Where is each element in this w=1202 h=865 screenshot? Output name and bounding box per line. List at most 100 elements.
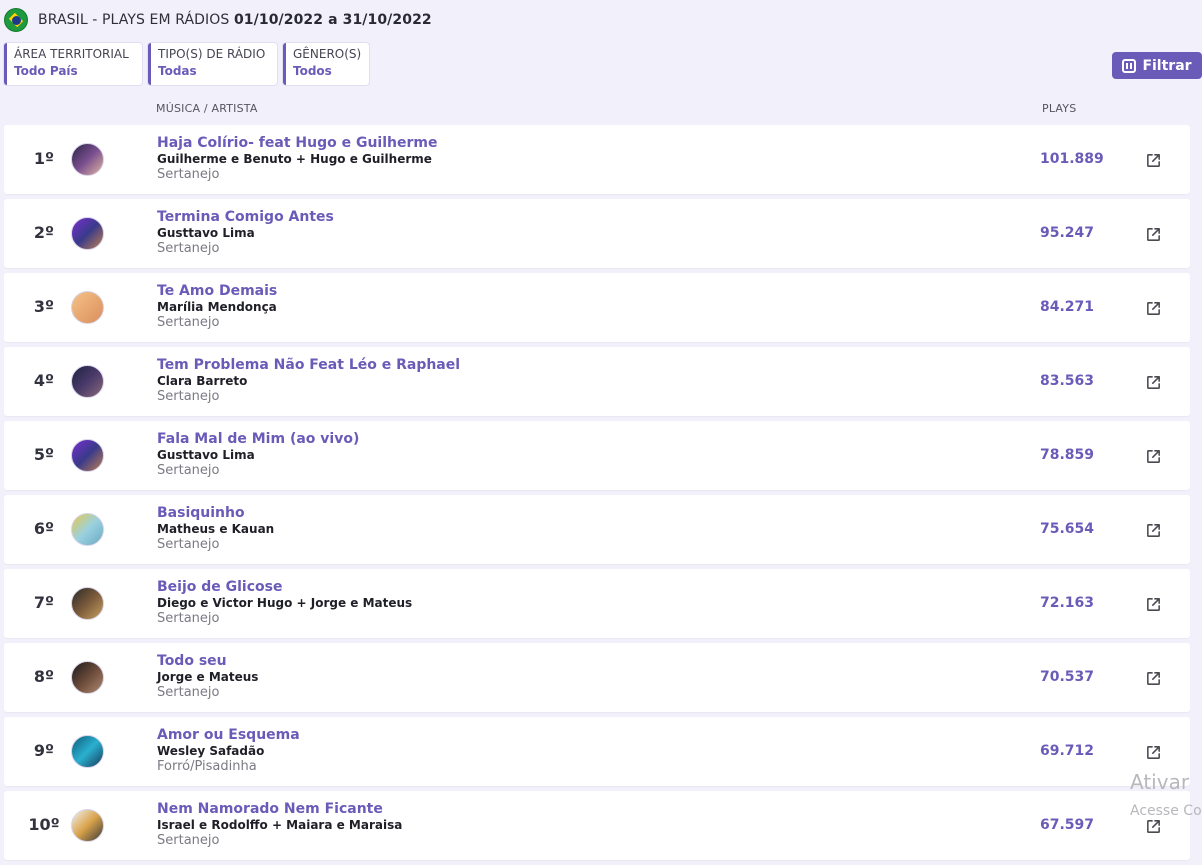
artist-avatar: [71, 291, 104, 324]
date-range: 01/10/2022 a 31/10/2022: [233, 12, 432, 28]
filter-area[interactable]: ÁREA TERRITORIAL Todo País: [4, 43, 142, 85]
ranking-row[interactable]: 7º Beijo de Glicose Diego e Victor Hugo …: [4, 569, 1190, 638]
rank-position: 2º: [33, 223, 55, 242]
ranking-row[interactable]: 4º Tem Problema Não Feat Léo e Raphael C…: [4, 347, 1190, 416]
brazil-flag-icon: [4, 8, 28, 32]
external-link-icon[interactable]: [1145, 818, 1162, 835]
song-title[interactable]: Te Amo Demais: [157, 283, 277, 300]
artist-name: Gusttavo Lima: [157, 226, 255, 240]
artist-name: Diego e Victor Hugo + Jorge e Mateus: [157, 596, 413, 610]
ranking-row[interactable]: 8º Todo seu Jorge e Mateus Sertanejo 70.…: [4, 643, 1190, 712]
external-link-icon[interactable]: [1145, 448, 1162, 465]
genre-label: Sertanejo: [157, 685, 220, 700]
external-link-icon[interactable]: [1145, 522, 1162, 539]
ranking-row[interactable]: 9º Amor ou Esquema Wesley Safadão Forró/…: [4, 717, 1190, 786]
external-link-icon[interactable]: [1145, 596, 1162, 613]
rank-position: 5º: [33, 445, 55, 464]
plays-count: 78.859: [1040, 447, 1095, 463]
rank-position: 10º: [28, 815, 60, 834]
plays-count: 84.271: [1040, 299, 1095, 315]
genre-label: Sertanejo: [157, 241, 220, 256]
filter-radio-type-label: TIPO(S) DE RÁDIO: [158, 47, 266, 61]
rank-position: 8º: [33, 667, 55, 686]
artist-avatar: [71, 439, 104, 472]
artist-name: Israel e Rodolffo + Maiara e Maraisa: [157, 818, 403, 832]
artist-avatar: [71, 809, 104, 842]
filter-area-value: Todo País: [14, 64, 78, 78]
artist-name: Clara Barreto: [157, 374, 248, 388]
song-title[interactable]: Todo seu: [157, 653, 258, 670]
genre-label: Sertanejo: [157, 463, 220, 478]
song-title[interactable]: Fala Mal de Mim (ao vivo): [157, 431, 359, 448]
artist-name: Gusttavo Lima: [157, 448, 255, 462]
track-info: Nem Namorado Nem Ficante Israel e Rodolf…: [157, 801, 402, 848]
artist-avatar: [71, 587, 104, 620]
external-link-icon[interactable]: [1145, 374, 1162, 391]
filter-radio-type[interactable]: TIPO(S) DE RÁDIO Todas: [148, 43, 277, 85]
plays-count: 83.563: [1040, 373, 1095, 389]
filter-button[interactable]: Filtrar: [1112, 52, 1202, 79]
title-prefix: BRASIL - PLAYS EM RÁDIOS: [38, 12, 230, 28]
filter-summary: ÁREA TERRITORIAL Todo País TIPO(S) DE RÁ…: [4, 43, 369, 85]
track-info: Termina Comigo Antes Gusttavo Lima Serta…: [157, 209, 334, 256]
track-info: Fala Mal de Mim (ao vivo) Gusttavo Lima …: [157, 431, 359, 478]
activation-watermark-title: Ativar: [1130, 770, 1190, 794]
page-header: BRASIL - PLAYS EM RÁDIOS 01/10/2022 a 31…: [4, 8, 432, 32]
genre-label: Sertanejo: [157, 315, 220, 330]
ranking-list: 1º Haja Colírio- feat Hugo e Guilherme G…: [4, 125, 1190, 865]
artist-avatar: [71, 217, 104, 250]
ranking-row[interactable]: 5º Fala Mal de Mim (ao vivo) Gusttavo Li…: [4, 421, 1190, 490]
ranking-row[interactable]: 10º Nem Namorado Nem Ficante Israel e Ro…: [4, 791, 1190, 860]
track-info: Haja Colírio- feat Hugo e Guilherme Guil…: [157, 135, 437, 182]
plays-count: 75.654: [1040, 521, 1095, 537]
column-header-plays: PLAYS: [1042, 102, 1077, 115]
genre-label: Sertanejo: [157, 833, 220, 848]
artist-name: Jorge e Mateus: [157, 670, 259, 684]
filter-genre[interactable]: GÊNERO(S) Todos: [283, 43, 369, 85]
rank-position: 3º: [33, 297, 55, 316]
song-title[interactable]: Termina Comigo Antes: [157, 209, 334, 226]
filter-genre-label: GÊNERO(S): [293, 47, 362, 61]
external-link-icon[interactable]: [1145, 226, 1162, 243]
external-link-icon[interactable]: [1145, 152, 1162, 169]
external-link-icon[interactable]: [1145, 744, 1162, 761]
song-title[interactable]: Basiquinho: [157, 505, 274, 522]
genre-label: Sertanejo: [157, 389, 220, 404]
external-link-icon[interactable]: [1145, 300, 1162, 317]
song-title[interactable]: Amor ou Esquema: [157, 727, 300, 744]
song-title[interactable]: Nem Namorado Nem Ficante: [157, 801, 402, 818]
plays-count: 95.247: [1040, 225, 1095, 241]
column-header-music: MÚSICA / ARTISTA: [156, 102, 258, 115]
ranking-row[interactable]: 2º Termina Comigo Antes Gusttavo Lima Se…: [4, 199, 1190, 268]
artist-avatar: [71, 661, 104, 694]
song-title[interactable]: Beijo de Glicose: [157, 579, 412, 596]
plays-count: 101.889: [1040, 151, 1104, 167]
filter-area-label: ÁREA TERRITORIAL: [14, 47, 129, 61]
genre-label: Sertanejo: [157, 611, 220, 626]
track-info: Tem Problema Não Feat Léo e Raphael Clar…: [157, 357, 460, 404]
filter-button-label: Filtrar: [1142, 57, 1192, 74]
track-info: Amor ou Esquema Wesley Safadão Forró/Pis…: [157, 727, 300, 774]
genre-label: Sertanejo: [157, 167, 220, 182]
artist-name: Matheus e Kauan: [157, 522, 275, 536]
song-title[interactable]: Haja Colírio- feat Hugo e Guilherme: [157, 135, 437, 152]
plays-count: 70.537: [1040, 669, 1095, 685]
filter-genre-value: Todos: [293, 64, 332, 78]
plays-count: 72.163: [1040, 595, 1095, 611]
plays-count: 67.597: [1040, 817, 1095, 833]
ranking-row[interactable]: 6º Basiquinho Matheus e Kauan Sertanejo …: [4, 495, 1190, 564]
genre-label: Sertanejo: [157, 537, 220, 552]
ranking-row[interactable]: 1º Haja Colírio- feat Hugo e Guilherme G…: [4, 125, 1190, 194]
genre-label: Forró/Pisadinha: [157, 759, 257, 774]
rank-position: 1º: [33, 149, 55, 168]
rank-position: 6º: [33, 519, 55, 538]
page-title: BRASIL - PLAYS EM RÁDIOS 01/10/2022 a 31…: [38, 12, 432, 28]
ranking-row[interactable]: 3º Te Amo Demais Marília Mendonça Sertan…: [4, 273, 1190, 342]
artist-avatar: [71, 513, 104, 546]
track-info: Basiquinho Matheus e Kauan Sertanejo: [157, 505, 274, 552]
song-title[interactable]: Tem Problema Não Feat Léo e Raphael: [157, 357, 460, 374]
artist-avatar: [71, 365, 104, 398]
external-link-icon[interactable]: [1145, 670, 1162, 687]
track-info: Te Amo Demais Marília Mendonça Sertanejo: [157, 283, 277, 330]
track-info: Todo seu Jorge e Mateus Sertanejo: [157, 653, 258, 700]
